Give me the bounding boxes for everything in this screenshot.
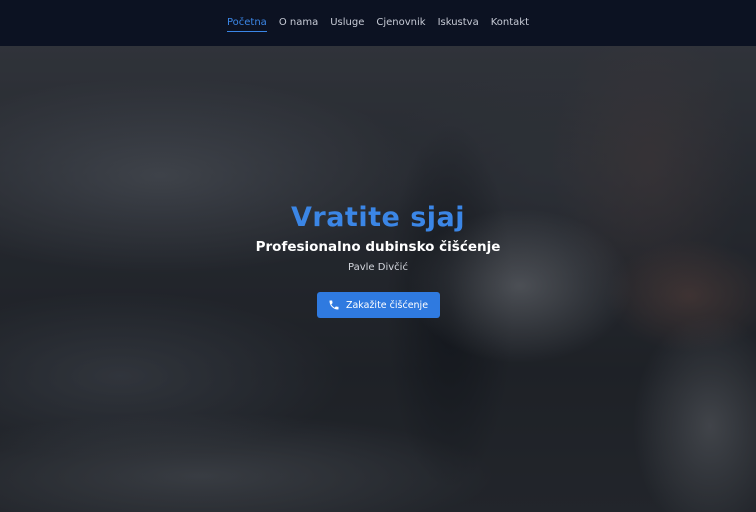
nav-link-iskustva[interactable]: Iskustva (438, 15, 479, 31)
nav-link-kontakt[interactable]: Kontakt (491, 15, 529, 31)
hero-author: Pavle Divčić (348, 262, 408, 273)
nav-link-o-nama[interactable]: O nama (279, 15, 318, 31)
main-navigation: Početna O nama Usluge Cjenovnik Iskustva… (0, 0, 756, 46)
book-cleaning-button-label: Zakažite čišćenje (345, 299, 429, 311)
nav-link-cjenovnik[interactable]: Cjenovnik (376, 15, 425, 31)
nav-link-pocetna[interactable]: Početna (226, 15, 267, 32)
hero-content: Vratite sjaj Profesionalno dubinsko čišć… (0, 46, 756, 512)
phone-icon (329, 300, 339, 310)
book-cleaning-button[interactable]: Zakažite čišćenje (316, 292, 440, 318)
hero-section: Vratite sjaj Profesionalno dubinsko čišć… (0, 46, 756, 512)
nav-link-usluge[interactable]: Usluge (330, 15, 364, 31)
hero-title: Vratite sjaj (290, 202, 465, 233)
hero-subtitle: Profesionalno dubinsko čišćenje (255, 239, 501, 255)
